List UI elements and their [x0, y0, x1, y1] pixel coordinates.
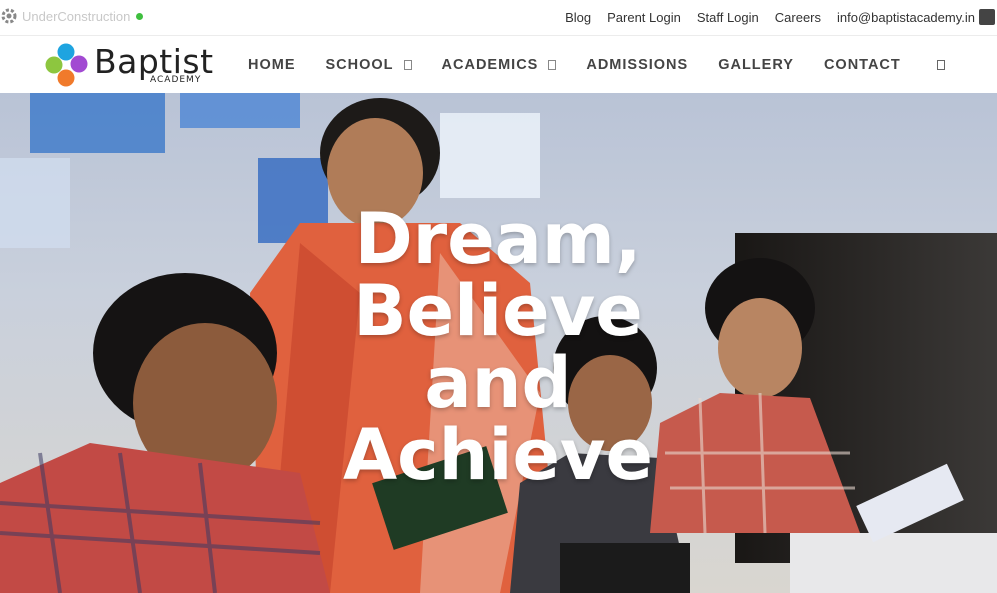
staff-login-link[interactable]: Staff Login [697, 10, 759, 25]
site-status: UnderConstruction [0, 6, 144, 26]
utility-links: Blog Parent Login Staff Login Careers in… [565, 0, 997, 34]
logo-mark-icon [45, 43, 88, 87]
top-bar: UnderConstruction Blog Parent Login Staf… [0, 0, 997, 36]
status-indicator [136, 12, 144, 20]
site-logo[interactable]: Baptist ACADEMY [44, 41, 214, 89]
logo-subtitle: ACADEMY [150, 75, 202, 85]
parent-login-link[interactable]: Parent Login [607, 10, 681, 25]
search-icon[interactable] [936, 60, 945, 70]
nav-academics[interactable]: ACADEMICS [442, 57, 557, 73]
logo-name: Baptist [94, 42, 214, 81]
nav-home-label: HOME [248, 57, 296, 73]
hero-heading: Dream, Believe and Achieve [298, 203, 698, 491]
nav-school[interactable]: SCHOOL [326, 57, 412, 73]
hero-heading-line: Achieve [342, 414, 654, 496]
chevron-down-icon[interactable] [403, 60, 412, 70]
main-nav: HOME SCHOOL ACADEMICS ADMISSIONS GALLERY… [248, 37, 945, 93]
site-header: Baptist ACADEMY HOME SCHOOL ACADEMICS AD… [0, 37, 997, 93]
nav-admissions[interactable]: ADMISSIONS [586, 57, 688, 73]
nav-contact-label: CONTACT [823, 57, 901, 73]
mail-icon[interactable] [979, 9, 995, 25]
nav-home[interactable]: HOME [248, 57, 296, 73]
nav-gallery[interactable]: GALLERY [718, 57, 794, 73]
hero-heading-line: and [424, 342, 572, 424]
careers-link[interactable]: Careers [775, 10, 821, 25]
gear-icon[interactable] [0, 7, 18, 25]
email-link[interactable]: info@baptistacademy.in [837, 10, 975, 25]
nav-gallery-label: GALLERY [718, 57, 794, 73]
blog-link[interactable]: Blog [565, 10, 591, 25]
nav-academics-label: ACADEMICS [441, 57, 539, 73]
nav-contact[interactable]: CONTACT [824, 57, 901, 73]
nav-admissions-label: ADMISSIONS [586, 57, 689, 73]
chevron-down-icon[interactable] [548, 60, 557, 70]
hero-banner: Dream, Believe and Achieve [0, 93, 997, 593]
nav-search[interactable] [931, 60, 945, 70]
logo-text: Baptist ACADEMY [94, 45, 214, 85]
status-label: UnderConstruction [22, 8, 131, 24]
hero-heading-line: Dream, [354, 198, 642, 280]
nav-school-label: SCHOOL [325, 57, 394, 73]
hero-heading-line: Believe [353, 270, 643, 352]
